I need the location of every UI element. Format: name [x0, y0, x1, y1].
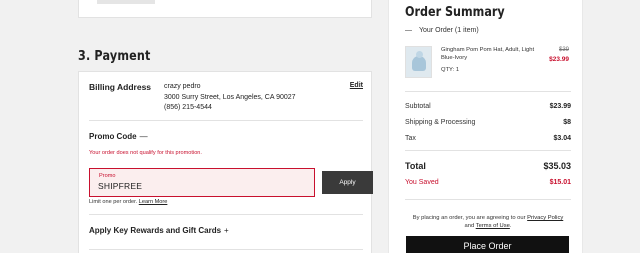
- saved-label: You Saved: [405, 179, 439, 186]
- expand-icon: +: [224, 226, 229, 235]
- terms-of-use-link[interactable]: Terms of Use: [476, 223, 510, 229]
- billing-name: crazy pedro: [164, 83, 201, 90]
- hat-shape: [412, 56, 426, 71]
- divider: [405, 199, 571, 200]
- total-label: Total: [405, 161, 426, 171]
- subtotal-label: Subtotal: [405, 103, 431, 110]
- billing-street: 3000 Surry Street, Los Angeles, CA 90027: [164, 93, 296, 101]
- billing-address-block: Billing Address crazy pedro 3000 Surry S…: [89, 82, 363, 118]
- promo-code-title: Promo Code: [89, 132, 137, 141]
- promo-input-value[interactable]: SHIPFREE: [98, 181, 142, 191]
- item-quantity: QTY: 1: [441, 67, 460, 73]
- collapse-icon: —: [139, 132, 148, 141]
- order-agreement-text: By placing an order, you are agreeing to…: [405, 215, 571, 230]
- order-summary-card: Order Summary — Your Order (1 item) Gingh…: [388, 0, 583, 253]
- agree-and: and: [464, 222, 475, 229]
- tax-label: Tax: [405, 135, 416, 142]
- promo-input-label: Promo: [99, 173, 116, 179]
- tax-value: $3.04: [553, 135, 571, 142]
- privacy-policy-link[interactable]: Privacy Policy: [527, 215, 563, 221]
- agree-prefix: By placing an order, you are agreeing to…: [412, 215, 526, 221]
- saved-value: $15.01: [549, 179, 571, 186]
- tax-row: Tax $3.04: [405, 135, 571, 142]
- divider: [89, 120, 363, 121]
- previous-step-card: [78, 0, 372, 18]
- rewards-title: Apply Key Rewards and Gift Cards: [89, 226, 222, 235]
- total-row: Total $35.03: [405, 161, 571, 171]
- checkout-main-column: 3. Payment Billing Address crazy pedro 3…: [0, 0, 388, 253]
- learn-more-link[interactable]: Learn More: [139, 199, 168, 205]
- payment-card: Billing Address crazy pedro 3000 Surry S…: [78, 71, 373, 253]
- item-sale-price: $23.99: [549, 56, 569, 63]
- billing-edit-link[interactable]: Edit: [350, 82, 363, 89]
- divider: [89, 249, 363, 250]
- divider: [89, 214, 363, 215]
- promo-code-toggle[interactable]: Promo Code —: [89, 132, 148, 141]
- shipping-label: Shipping & Processing: [405, 119, 476, 126]
- promo-limit-text: Limit one per order.: [89, 199, 138, 205]
- divider: [405, 91, 571, 92]
- previous-step-placeholder: [97, 0, 155, 4]
- subtotal-value: $23.99: [549, 103, 571, 110]
- collapse-icon: —: [405, 27, 412, 34]
- subtotal-row: Subtotal $23.99: [405, 103, 571, 110]
- divider: [405, 150, 571, 151]
- your-order-label: Your Order (1 item): [419, 27, 479, 34]
- shipping-value: $8: [563, 119, 571, 126]
- saved-row: You Saved $15.01: [405, 179, 571, 186]
- billing-address-details: crazy pedro 3000 Surry Street, Los Angel…: [164, 82, 296, 114]
- total-value: $35.03: [543, 161, 571, 171]
- your-order-toggle[interactable]: — Your Order (1 item): [405, 27, 479, 34]
- billing-phone: (856) 215-4544: [164, 104, 212, 111]
- shipping-row: Shipping & Processing $8: [405, 119, 571, 126]
- order-summary-column: Order Summary — Your Order (1 item) Gingh…: [388, 0, 640, 253]
- payment-section-title: 3. Payment: [78, 49, 151, 64]
- rewards-gift-cards-toggle[interactable]: Apply Key Rewards and Gift Cards +: [89, 226, 229, 235]
- agree-suffix: .: [509, 222, 512, 229]
- apply-promo-button[interactable]: Apply: [322, 171, 373, 194]
- item-original-price: $39: [558, 47, 569, 53]
- promo-error-message: Your order does not qualify for this pro…: [89, 150, 202, 156]
- promo-input[interactable]: Promo SHIPFREE: [89, 168, 315, 197]
- pom-pom-hat-thumbnail[interactable]: [405, 46, 432, 78]
- billing-address-label: Billing Address: [89, 82, 152, 92]
- pom-shape: [416, 51, 423, 58]
- place-order-button[interactable]: Place Order: [406, 236, 569, 253]
- order-summary-title: Order Summary: [405, 5, 505, 20]
- item-name[interactable]: Gingham Pom Pom Hat, Adult, Light Blue-I…: [441, 47, 543, 63]
- promo-limit-note: Limit one per order. Learn More: [89, 199, 167, 205]
- checkout-page: 3. Payment Billing Address crazy pedro 3…: [0, 0, 640, 253]
